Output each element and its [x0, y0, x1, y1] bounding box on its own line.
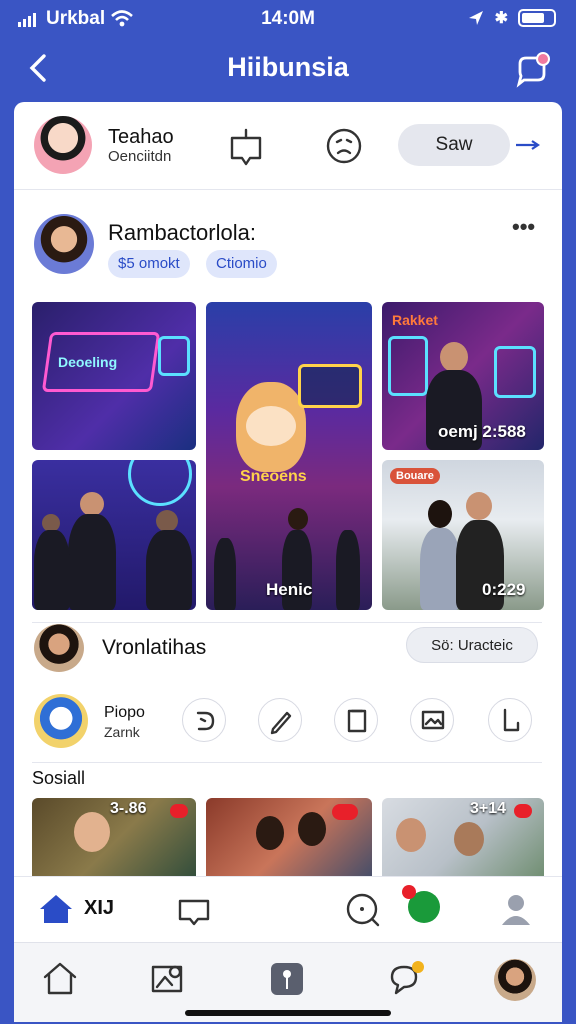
person	[396, 818, 426, 852]
image-icon	[421, 710, 445, 730]
share-icon[interactable]	[226, 126, 266, 166]
badge	[170, 804, 188, 818]
neon-ring	[128, 460, 192, 506]
note-icon	[347, 709, 367, 733]
media-badge: Bouare	[390, 468, 440, 484]
nav-bar: Hiibunsia	[0, 40, 576, 96]
section-title: Sosiall	[32, 768, 86, 788]
home-indicator[interactable]	[185, 1010, 391, 1016]
tab-label[interactable]: XIJ	[84, 897, 114, 920]
person	[440, 342, 468, 372]
live-indicator-icon[interactable]	[402, 885, 440, 923]
thumb-tile[interactable]: 3+14	[382, 798, 544, 888]
person	[156, 510, 178, 532]
emoji-icon[interactable]	[324, 126, 364, 166]
media-tile-arcade-mascot[interactable]: Sneoens Henic	[206, 302, 372, 610]
notification-dot	[402, 885, 416, 899]
more-options-icon[interactable]: •••	[512, 214, 535, 240]
post-tag[interactable]: Ctiomio	[206, 250, 277, 278]
edit-button[interactable]	[258, 698, 302, 742]
media-caption: Henic	[266, 580, 313, 599]
media-caption: 0:229	[482, 580, 526, 599]
post-author-avatar[interactable]	[34, 214, 94, 274]
my-profile-avatar[interactable]	[494, 959, 536, 1001]
media-tile-couple[interactable]: Bouare 0:229	[382, 460, 544, 610]
save-button[interactable]: Saw	[398, 124, 510, 166]
media-tile-crowd[interactable]	[32, 460, 196, 610]
profile-row: Teahao Oenciitdn Saw	[14, 102, 562, 190]
main-content: Teahao Oenciitdn Saw Rambactorlola: $5 o…	[14, 102, 562, 1022]
person	[34, 530, 70, 610]
search-icon[interactable]	[344, 891, 384, 931]
home-filled-icon[interactable]	[36, 891, 76, 927]
person	[420, 528, 460, 610]
timer-icon	[196, 711, 215, 731]
person	[466, 492, 492, 520]
thumb-tile[interactable]	[206, 798, 372, 888]
person	[454, 822, 484, 856]
status-bar: Urkbal 14:0M ✱	[0, 0, 576, 38]
media-overlay-text: Rakket	[392, 312, 438, 328]
divider	[32, 622, 542, 623]
profile-subtitle: Oenciitdn	[108, 148, 172, 165]
media-overlay-text: Deoeling	[58, 354, 118, 370]
chat-bubble-icon[interactable]	[174, 893, 214, 929]
user-name: Piopo	[104, 704, 145, 721]
notification-bubble-icon[interactable]	[384, 957, 428, 1001]
arcade-machine	[494, 346, 536, 398]
post-author-name[interactable]: Rambactorlola:	[108, 220, 256, 246]
divider	[32, 762, 542, 763]
user-subtitle: Zarnk	[104, 724, 140, 740]
mascot-face	[246, 406, 296, 446]
gallery-icon[interactable]	[148, 959, 188, 999]
person	[214, 538, 236, 610]
person	[80, 492, 104, 516]
photo-button[interactable]	[410, 698, 454, 742]
page-title: Hiibunsia	[227, 52, 349, 82]
timer-button[interactable]	[182, 698, 226, 742]
person	[288, 508, 308, 530]
media-caption: oemj 2:588	[438, 422, 526, 441]
arcade-machine	[388, 336, 428, 396]
user-avatar[interactable]	[34, 694, 88, 748]
person	[146, 530, 192, 610]
see-more-button[interactable]: Sö: Uracteic	[406, 627, 538, 663]
home-icon[interactable]	[40, 959, 80, 999]
neon-sign	[298, 364, 362, 408]
bookmark-icon	[503, 708, 520, 732]
badge	[514, 804, 532, 818]
person	[336, 530, 360, 610]
person	[428, 500, 452, 528]
person	[256, 816, 284, 850]
post-tag[interactable]: $5 omokt	[108, 250, 190, 278]
pencil-icon	[270, 711, 292, 735]
person	[298, 812, 326, 846]
create-icon[interactable]	[271, 963, 303, 995]
battery-icon	[518, 9, 556, 27]
thumb-caption: 3-.86	[110, 800, 147, 817]
note-button[interactable]	[334, 698, 378, 742]
badge	[332, 804, 358, 820]
bookmark-button[interactable]	[488, 698, 532, 742]
secondary-tab-bar: XIJ	[14, 876, 562, 942]
arrow-right-icon[interactable]	[514, 135, 542, 155]
friend-avatar[interactable]	[34, 624, 84, 672]
location-icon	[468, 11, 483, 25]
profile-icon[interactable]	[496, 891, 536, 931]
neon-sign	[158, 336, 190, 376]
media-overlay-text: Sneoens	[240, 468, 307, 485]
friend-name[interactable]: Vronlatihas	[102, 636, 206, 660]
media-tile-arcade-player[interactable]: Rakket oemj 2:588	[382, 302, 544, 450]
profile-name: Teahao	[108, 126, 174, 148]
thumb-caption: 3+14	[470, 800, 507, 817]
bluetooth-icon: ✱	[494, 10, 508, 27]
person	[68, 514, 116, 610]
profile-avatar[interactable]	[34, 116, 92, 174]
thumb-tile[interactable]: 3-.86	[32, 798, 196, 888]
media-tile-neon[interactable]: Deoeling	[32, 302, 196, 450]
messages-icon[interactable]	[512, 50, 552, 90]
person	[74, 812, 110, 852]
